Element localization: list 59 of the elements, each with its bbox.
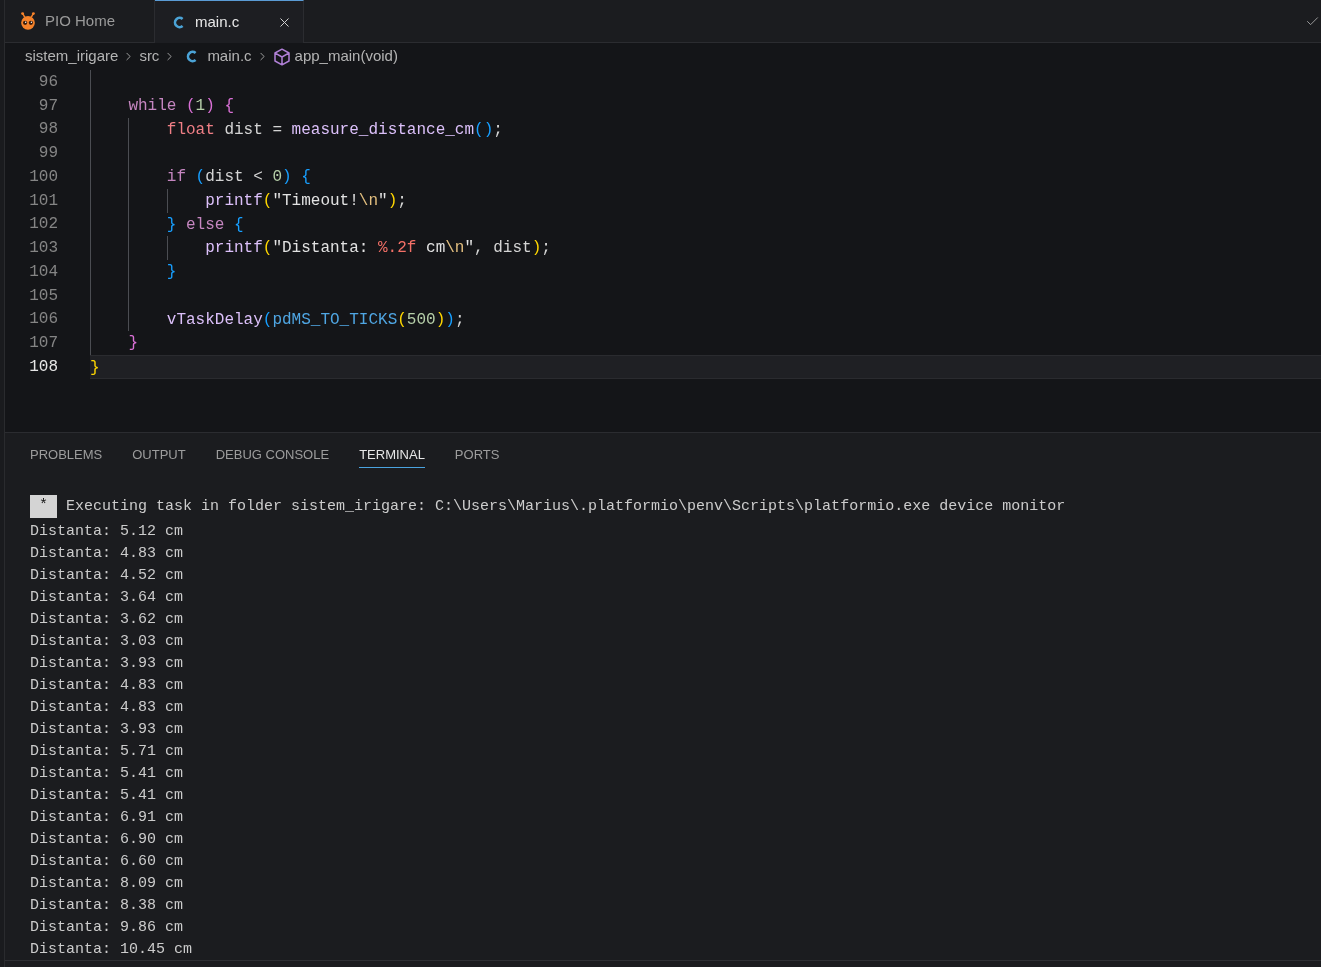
breadcrumb-item[interactable]: src [139,45,160,68]
terminal-line: Distanta: 5.71 cm [30,741,184,762]
line-number: 108 [29,356,58,378]
panel-tab[interactable]: PROBLEMS [30,442,103,468]
cube-icon [272,47,291,66]
line-number: 100 [29,166,58,188]
code-line: } [128,334,138,353]
line-number: 107 [29,333,58,355]
breadcrumb-item[interactable]: sistem_irigare [25,45,119,68]
line-number: 104 [29,261,58,283]
terminal-line: Distanta: 3.93 cm [30,719,184,740]
terminal-line: Distanta: 8.38 cm [30,895,184,916]
line-number: 96 [38,71,58,93]
code-line: } [90,359,100,377]
panel-tab[interactable]: DEBUG CONSOLE [215,442,330,468]
terminal-line: Distanta: 6.60 cm [30,851,184,872]
terminal-line: Distanta: 4.83 cm [30,675,184,696]
code-line: vTaskDelay(pdMS_TO_TICKS(500)); [166,310,465,329]
code-line: while (1) { [128,96,235,115]
terminal-line: Distanta: 3.62 cm [30,609,184,630]
code-line: if (dist < 0) { [166,168,311,186]
code-line: printf("Timeout!\n"); [205,191,407,210]
editor-tab[interactable]: main.c [155,0,304,43]
terminal-line: Distanta: 4.83 cm [30,697,184,718]
terminal-line: Distanta: 8.09 cm [30,873,184,894]
line-number: 101 [29,190,58,212]
line-number: 97 [38,95,58,117]
terminal-line: Distanta: 4.52 cm [30,565,184,586]
line-number: 106 [29,309,58,331]
terminal-line: Distanta: 3.93 cm [30,653,184,674]
terminal-line: Distanta: 6.90 cm [30,829,184,850]
line-number: 102 [29,214,58,236]
code-line: float dist = measure_distance_cm(); [166,120,503,139]
code-line: } [166,263,177,281]
breadcrumb-item[interactable]: main.c [201,45,252,68]
alien-face-icon [19,12,37,30]
panel-tab[interactable]: PORTS [454,442,500,468]
task-marker: * [30,495,57,518]
terminal-line: Distanta: 5.41 cm [30,785,184,806]
line-number: 99 [38,143,58,165]
terminal-line: Distanta: 5.12 cm [30,521,184,542]
terminal-line: Distanta: 5.41 cm [30,763,184,784]
code-line: printf("Distanta: %.2f cm\n", dist); [205,239,551,258]
terminal-line: Distanta: 3.64 cm [30,587,184,608]
breadcrumb-item[interactable]: app_main(void) [294,45,398,68]
c-file-icon [186,50,198,63]
terminal-line: Distanta: 10.45 cm [30,939,193,960]
line-number: 105 [29,285,58,307]
terminal-line: Distanta: 9.86 cm [30,917,184,938]
task-line: Executing task in folder sistem_irigare: C:\Users\Marius\.platformio\penv\Scripts\platformio.exe device monitor [66,496,1066,517]
panel-tab[interactable]: OUTPUT [132,442,186,468]
c-file-icon [173,15,184,29]
panel-tab[interactable]: TERMINAL [359,442,425,468]
terminal-line: Distanta: 6.91 cm [30,807,184,828]
line-number: 103 [29,238,58,260]
line-number: 98 [38,119,58,141]
terminal-line: Distanta: 4.83 cm [30,543,184,564]
code-line: } else { [166,215,244,234]
terminal-line: Distanta: 3.03 cm [30,631,184,652]
